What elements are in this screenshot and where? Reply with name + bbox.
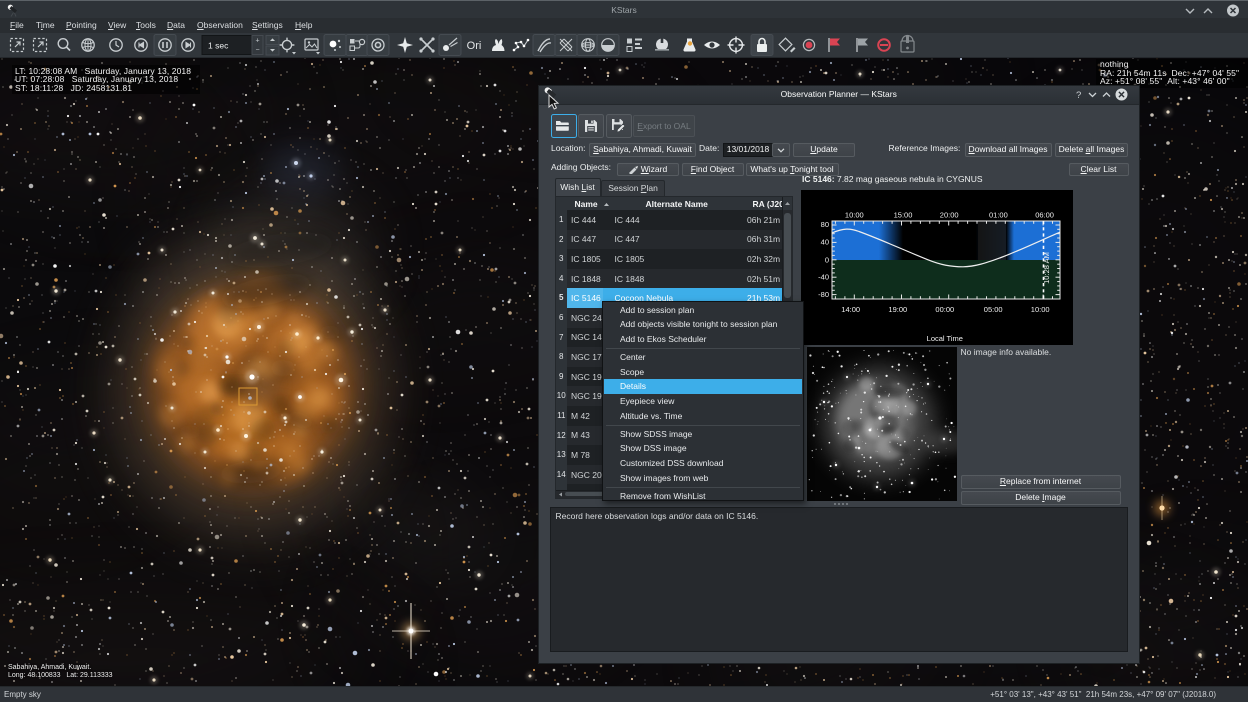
svg-text:10:00: 10:00 (1031, 305, 1050, 314)
svg-text:40: 40 (821, 237, 829, 246)
svg-text:15:00: 15:00 (894, 210, 913, 219)
svg-text:0: 0 (825, 255, 829, 264)
svg-text:20:00: 20:00 (940, 210, 959, 219)
svg-text:+: + (255, 38, 259, 45)
svg-text:-80: -80 (818, 290, 829, 299)
svg-text:10:00: 10:00 (845, 210, 864, 219)
svg-text:05:00: 05:00 (984, 305, 1003, 314)
svg-text:?: ? (1076, 90, 1081, 101)
svg-text:06:00: 06:00 (1035, 210, 1054, 219)
svg-text:Ori: Ori (467, 40, 482, 52)
svg-text:Local Time: Local Time (927, 334, 963, 343)
svg-text:-40: -40 (818, 272, 829, 281)
svg-text:10:28 AM: 10:28 AM (1042, 252, 1051, 284)
svg-text:80: 80 (821, 220, 829, 229)
svg-text:−: − (255, 47, 259, 54)
svg-text:19:00: 19:00 (888, 305, 907, 314)
svg-text:1 sec: 1 sec (208, 41, 229, 51)
svg-text:01:00: 01:00 (989, 210, 1008, 219)
svg-text:14:00: 14:00 (841, 305, 860, 314)
svg-text:00:00: 00:00 (935, 305, 954, 314)
